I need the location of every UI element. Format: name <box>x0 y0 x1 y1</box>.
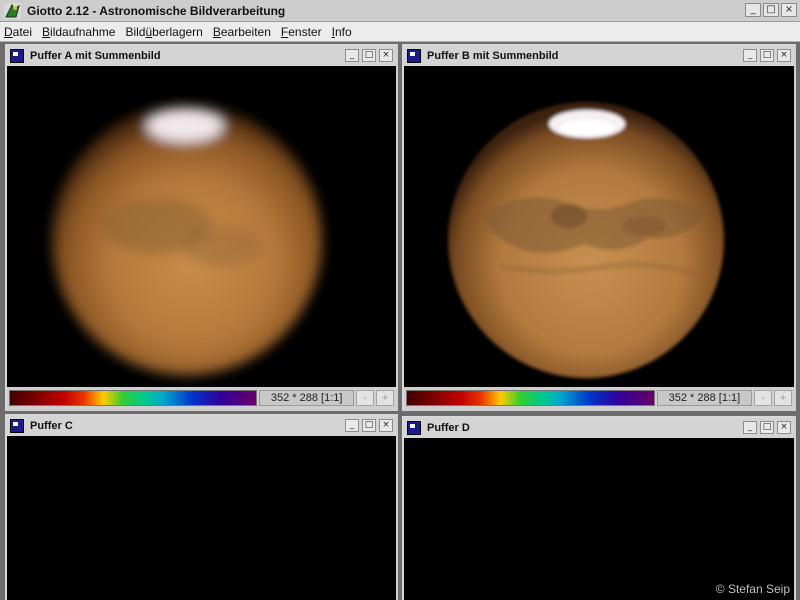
window-b-image-area[interactable]: 352 * 288 [1:1] - + <box>404 66 794 409</box>
mars-image-blurred <box>52 105 322 375</box>
window-c-title-bar[interactable]: Puffer C _ □ × <box>7 416 396 436</box>
minimize-icon[interactable]: _ <box>345 49 359 62</box>
close-icon[interactable]: × <box>379 49 393 62</box>
window-b-title-bar[interactable]: Puffer B mit Summenbild _ □ × <box>404 46 794 66</box>
window-icon <box>407 49 421 63</box>
window-puffer-a[interactable]: Puffer A mit Summenbild _ □ × 352 * 288 … <box>5 44 398 411</box>
close-icon[interactable]: × <box>781 3 797 17</box>
menu-bilduberlagern-pre: Bild <box>125 24 146 39</box>
maximize-icon[interactable]: □ <box>760 421 774 434</box>
window-d-title-bar[interactable]: Puffer D _ □ × <box>404 418 794 438</box>
menu-info-label: nfo <box>334 24 352 39</box>
zoom-in-button[interactable]: + <box>376 390 395 406</box>
menu-datei[interactable]: Datei <box>4 25 32 39</box>
window-icon <box>10 49 24 63</box>
mdi-workspace: Puffer A mit Summenbild _ □ × 352 * 288 … <box>0 42 800 600</box>
window-puffer-b[interactable]: Puffer B mit Summenbild _ □ × 352 * 288 … <box>402 44 796 411</box>
window-c-title: Puffer C <box>30 420 73 432</box>
window-a-status-row: 352 * 288 [1:1] - + <box>7 387 396 409</box>
menu-bearbeiten-accel: B <box>212 24 221 39</box>
minimize-icon[interactable]: _ <box>743 421 757 434</box>
copyright-text: © Stefan Seip <box>715 582 790 596</box>
close-icon[interactable]: × <box>777 421 791 434</box>
menu-bearbeiten-label: earbeiten <box>220 24 271 39</box>
maximize-icon[interactable]: □ <box>760 49 774 62</box>
menu-bar: Datei Bildaufnahme Bildüberlagern Bearbe… <box>0 22 800 42</box>
window-a-image-area[interactable]: 352 * 288 [1:1] - + <box>7 66 396 409</box>
color-palette-bar[interactable] <box>9 390 258 406</box>
minimize-icon[interactable]: _ <box>345 419 359 432</box>
window-icon <box>10 419 24 433</box>
minimize-icon[interactable]: _ <box>745 3 761 17</box>
close-icon[interactable]: × <box>777 49 791 62</box>
menu-bilduberlagern[interactable]: Bildüberlagern <box>125 25 202 39</box>
window-d-title: Puffer D <box>427 422 470 434</box>
window-puffer-c[interactable]: Puffer C _ □ × <box>5 414 398 600</box>
window-d-image-area[interactable] <box>404 438 794 600</box>
menu-bildaufnahme[interactable]: Bildaufnahme <box>42 25 115 39</box>
menu-fenster[interactable]: Fenster <box>281 25 322 39</box>
menu-bildaufnahme-label: ildaufnahme <box>50 24 116 39</box>
app-title-bar: Giotto 2.12 - Astronomische Bildverarbei… <box>0 0 800 22</box>
menu-bildaufnahme-accel: B <box>42 24 51 39</box>
window-c-image-area[interactable] <box>7 436 396 600</box>
close-icon[interactable]: × <box>379 419 393 432</box>
window-icon <box>407 421 421 435</box>
mars-image-sharpened <box>448 102 724 378</box>
menu-bilduberlagern-label: berlagern <box>152 24 203 39</box>
menu-datei-accel: D <box>4 24 13 39</box>
app-title: Giotto 2.12 - Astronomische Bildverarbei… <box>27 3 286 18</box>
zoom-out-button[interactable]: - <box>356 390 375 406</box>
zoom-out-button[interactable]: - <box>754 390 773 406</box>
window-a-title-bar[interactable]: Puffer A mit Summenbild _ □ × <box>7 46 396 66</box>
maximize-icon[interactable]: □ <box>362 419 376 432</box>
color-palette-bar[interactable] <box>406 390 655 406</box>
maximize-icon[interactable]: □ <box>763 3 779 17</box>
menu-bearbeiten[interactable]: Bearbeiten <box>213 25 271 39</box>
menu-fenster-label: enster <box>288 24 322 39</box>
minimize-icon[interactable]: _ <box>743 49 757 62</box>
window-a-title: Puffer A mit Summenbild <box>30 50 161 62</box>
window-b-title: Puffer B mit Summenbild <box>427 50 559 62</box>
maximize-icon[interactable]: □ <box>362 49 376 62</box>
window-b-status-row: 352 * 288 [1:1] - + <box>404 387 794 409</box>
image-size-readout: 352 * 288 [1:1] <box>656 390 753 406</box>
image-size-readout: 352 * 288 [1:1] <box>259 390 355 406</box>
zoom-in-button[interactable]: + <box>774 390 793 406</box>
menu-datei-label: atei <box>12 24 33 39</box>
menu-info[interactable]: Info <box>332 25 352 39</box>
giotto-app-icon <box>4 2 21 19</box>
window-puffer-d[interactable]: Puffer D _ □ × <box>402 416 796 600</box>
